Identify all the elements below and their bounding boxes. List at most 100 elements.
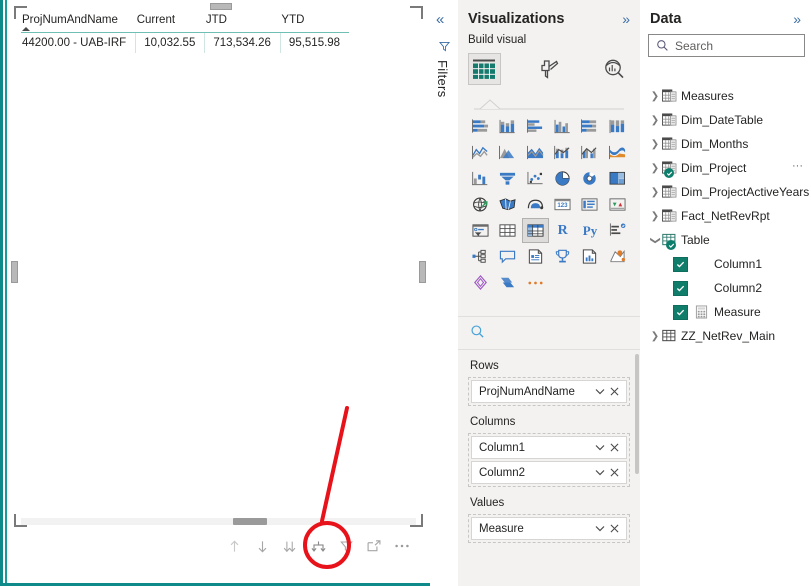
visualizations-tab-strip[interactable] bbox=[458, 50, 640, 85]
tree-item-measures[interactable]: ❯ Measures bbox=[640, 84, 811, 108]
visual-gallery-search[interactable] bbox=[458, 316, 640, 346]
report-canvas[interactable]: ProjNumAndName Current JTD YTD 44200.00 … bbox=[0, 0, 430, 586]
cell-current[interactable]: 10,032.55 bbox=[135, 32, 205, 53]
visual-horizontal-scrollbar[interactable] bbox=[21, 518, 416, 525]
gallery-paginated-report[interactable] bbox=[576, 244, 603, 269]
tree-item-dim-project[interactable]: ❯ Dim_Project ··· bbox=[640, 156, 811, 180]
field-wells[interactable]: Rows ProjNumAndName Columns Column1 Colu… bbox=[458, 349, 640, 586]
well-dropzone-values[interactable]: Measure bbox=[468, 514, 630, 543]
matrix-visual[interactable]: ProjNumAndName Current JTD YTD 44200.00 … bbox=[21, 13, 416, 520]
gallery-donut-chart[interactable] bbox=[576, 166, 603, 191]
gallery-get-more-visuals[interactable] bbox=[522, 270, 549, 295]
gallery-arcgis-maps[interactable] bbox=[494, 270, 521, 295]
field-chip-columns-0[interactable]: Column1 bbox=[471, 436, 627, 459]
field-checkbox-checked[interactable] bbox=[673, 256, 688, 272]
chevron-down-icon[interactable] bbox=[592, 525, 607, 532]
tree-item-dim-datetable[interactable]: ❯ Dim_DateTable bbox=[640, 108, 811, 132]
gallery-power-apps[interactable] bbox=[604, 244, 631, 269]
well-dropzone-columns[interactable]: Column1 Column2 bbox=[468, 433, 630, 487]
resize-handle-left[interactable] bbox=[11, 261, 18, 283]
gallery-stacked-column-chart[interactable] bbox=[494, 114, 521, 139]
gallery-matrix[interactable] bbox=[521, 218, 549, 243]
gallery-narrative[interactable] bbox=[522, 244, 549, 269]
gallery-stacked-area-chart[interactable] bbox=[522, 140, 549, 165]
tree-item-dim-projectactiveyears[interactable]: ❯ Dim_ProjectActiveYears bbox=[640, 180, 811, 204]
visual-footer-toolbar[interactable] bbox=[220, 533, 420, 559]
chevron-right-icon[interactable]: ❯ bbox=[648, 163, 662, 174]
tree-item-measure[interactable]: Measure bbox=[640, 300, 811, 324]
drill-down-icon[interactable] bbox=[248, 534, 276, 558]
gallery-clustered-column-chart[interactable] bbox=[549, 114, 576, 139]
cell-ytd[interactable]: 95,515.98 bbox=[279, 32, 350, 53]
analytics-tab[interactable] bbox=[597, 53, 630, 85]
gallery-funnel-chart[interactable] bbox=[494, 166, 521, 191]
gallery-multi-row-card[interactable] bbox=[576, 192, 603, 217]
cell-jtd[interactable]: 713,534.26 bbox=[204, 32, 281, 53]
remove-field-icon[interactable] bbox=[607, 524, 622, 533]
gallery-clustered-bar-chart[interactable] bbox=[522, 114, 549, 139]
gallery-azure-map[interactable] bbox=[522, 192, 549, 217]
data-search-box[interactable]: Search bbox=[648, 34, 805, 57]
expand-all-down-icon[interactable] bbox=[304, 534, 332, 558]
format-visual-tab[interactable] bbox=[533, 53, 566, 85]
chevron-down-icon[interactable] bbox=[592, 388, 607, 395]
chevron-right-icon[interactable]: ❯ bbox=[648, 211, 662, 222]
tree-item-zz-netrev-main[interactable]: ❯ ZZ_NetRev_Main bbox=[640, 324, 811, 348]
expand-filters-chevron-icon[interactable]: « bbox=[436, 12, 444, 27]
focus-mode-icon[interactable] bbox=[360, 534, 388, 558]
remove-field-icon[interactable] bbox=[607, 468, 622, 477]
gallery-100-stacked-bar-chart[interactable] bbox=[576, 114, 603, 139]
table-visual-container[interactable]: ProjNumAndName Current JTD YTD 44200.00 … bbox=[11, 3, 426, 527]
gallery-key-influencers[interactable] bbox=[604, 218, 631, 243]
well-dropzone-rows[interactable]: ProjNumAndName bbox=[468, 377, 630, 406]
chevron-right-icon[interactable]: ❯ bbox=[648, 115, 662, 126]
gallery-decomposition-tree[interactable] bbox=[467, 244, 494, 269]
tree-item-column1[interactable]: Column1 bbox=[640, 252, 811, 276]
chevron-right-icon[interactable]: ❯ bbox=[648, 187, 662, 198]
tree-item-column2[interactable]: Column2 bbox=[640, 276, 811, 300]
gallery-treemap[interactable] bbox=[604, 166, 631, 191]
gallery-pie-chart[interactable] bbox=[549, 166, 576, 191]
gallery-table[interactable] bbox=[494, 218, 521, 243]
collapse-visualizations-chevron-icon[interactable]: » bbox=[622, 11, 630, 27]
table-row[interactable]: 44200.00 - UAB-IRF 10,032.55 713,534.26 … bbox=[21, 32, 350, 54]
gallery-stacked-bar-chart[interactable] bbox=[467, 114, 494, 139]
tree-item-dim-months[interactable]: ❯ Dim_Months bbox=[640, 132, 811, 156]
gallery-waterfall-chart[interactable] bbox=[467, 166, 494, 191]
gallery-ribbon-chart[interactable] bbox=[604, 140, 631, 165]
gallery-python-visual[interactable]: Py bbox=[576, 218, 603, 243]
gallery-scatter-chart[interactable] bbox=[522, 166, 549, 191]
chevron-down-icon[interactable] bbox=[592, 469, 607, 476]
gallery-line-chart[interactable] bbox=[467, 140, 494, 165]
field-chip-values-0[interactable]: Measure bbox=[471, 517, 627, 540]
column-header-0[interactable]: ProjNumAndName bbox=[21, 13, 136, 33]
expand-next-level-icon[interactable] bbox=[276, 534, 304, 558]
chevron-right-icon[interactable]: ❯ bbox=[648, 139, 662, 150]
matrix-table[interactable]: ProjNumAndName Current JTD YTD 44200.00 … bbox=[21, 13, 350, 54]
resize-handle-top[interactable] bbox=[210, 3, 232, 10]
chevron-right-icon[interactable]: ❯ bbox=[648, 91, 662, 102]
field-checkbox-checked[interactable] bbox=[673, 280, 688, 296]
gallery-100-stacked-column-chart[interactable] bbox=[604, 114, 631, 139]
filters-pane-collapsed[interactable]: « Filters bbox=[430, 0, 459, 586]
field-wells-scrollbar[interactable] bbox=[635, 354, 639, 474]
data-pane[interactable]: Data » Search ❯ Measures ❯ Dim_DateTable… bbox=[640, 0, 811, 586]
scrollbar-thumb[interactable] bbox=[233, 518, 267, 525]
data-field-tree[interactable]: ❯ Measures ❯ Dim_DateTable ❯ Dim_Months … bbox=[640, 84, 811, 348]
gallery-metrics[interactable] bbox=[549, 244, 576, 269]
remove-field-icon[interactable] bbox=[607, 387, 622, 396]
gallery-line-and-clustered-column-chart[interactable] bbox=[576, 140, 603, 165]
chevron-down-icon[interactable] bbox=[592, 444, 607, 451]
build-visual-tab[interactable] bbox=[468, 53, 501, 85]
cell-row-label[interactable]: 44200.00 - UAB-IRF bbox=[21, 33, 136, 54]
gallery-q-and-a[interactable] bbox=[494, 244, 521, 269]
more-options-icon[interactable] bbox=[388, 534, 416, 558]
tree-item-table[interactable]: ❯ Table bbox=[640, 228, 811, 252]
gallery-r-script-visual[interactable]: R bbox=[549, 218, 576, 243]
tree-item-fact-netrevrpt[interactable]: ❯ Fact_NetRevRpt bbox=[640, 204, 811, 228]
collapse-data-chevron-icon[interactable]: » bbox=[793, 11, 801, 27]
field-checkbox-checked[interactable] bbox=[673, 304, 688, 320]
filter-funnel-icon[interactable] bbox=[332, 534, 360, 558]
visual-type-gallery[interactable]: 123 R Py bbox=[458, 112, 640, 295]
column-header-2[interactable]: JTD bbox=[204, 13, 281, 33]
